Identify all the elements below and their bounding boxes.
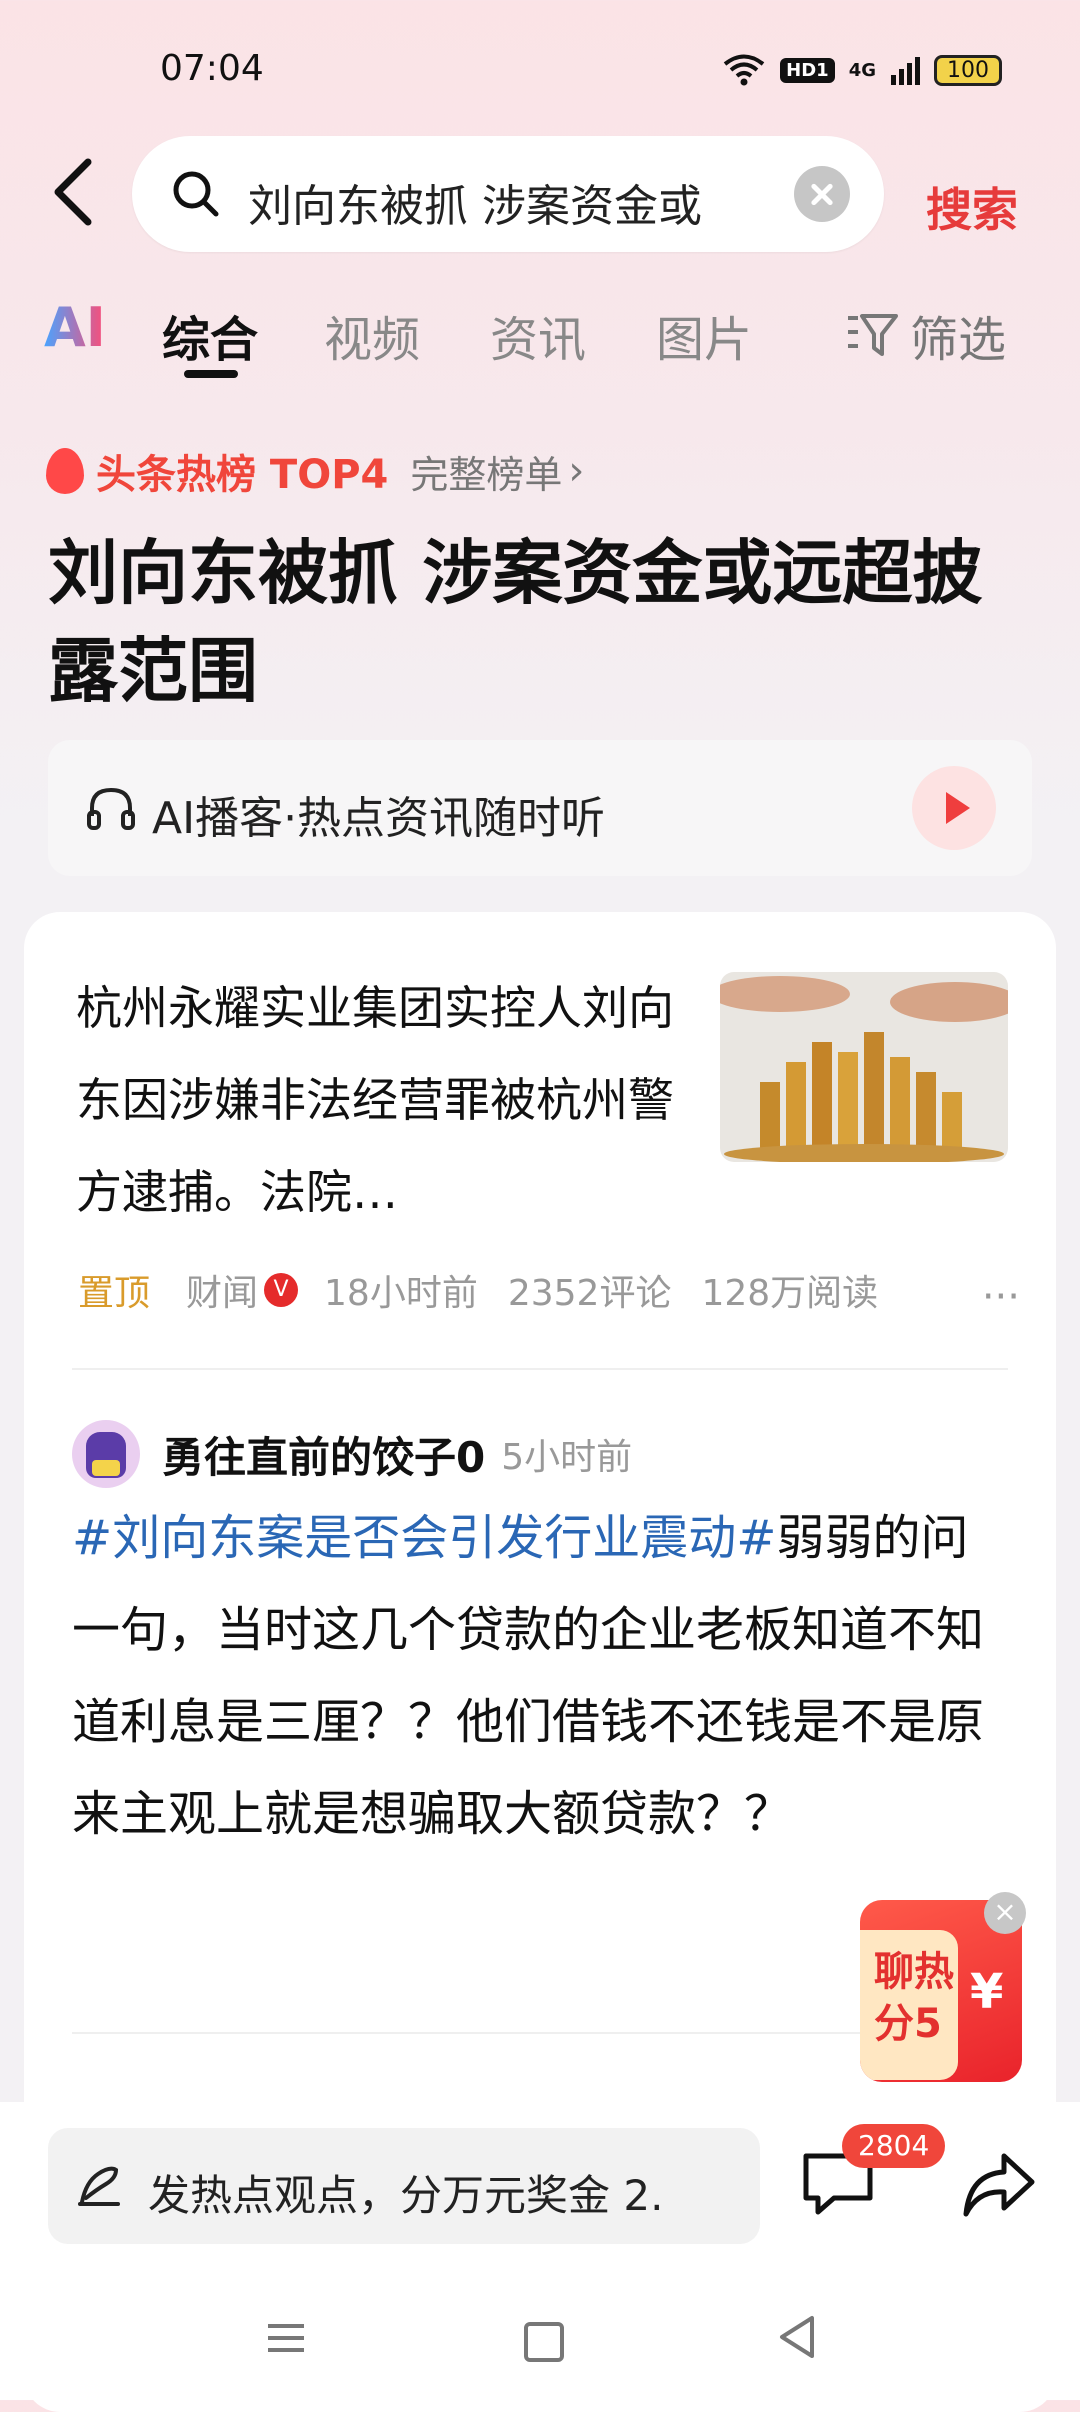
tab-news[interactable]: 资讯 <box>490 300 586 370</box>
full-list-link[interactable]: 完整榜单 <box>410 444 562 499</box>
bottom-bar: 发热点观点，分万元奖金 2. 2804 <box>0 2102 1080 2400</box>
article-time: 18小时前 <box>324 1273 478 1314</box>
headphones-icon <box>87 787 135 830</box>
pen-icon <box>78 2166 120 2206</box>
article-reads: 128万阅读 <box>701 1273 879 1314</box>
status-bar: 07:04 HD1 4G 100 <box>0 0 1080 130</box>
more-options-icon[interactable]: ··· <box>982 1274 1020 1320</box>
podcast-label: AI播客·热点资讯随时听 <box>152 793 606 844</box>
wifi-icon <box>723 54 765 86</box>
network-label: 4G <box>848 59 876 81</box>
post-author[interactable]: 勇往直前的饺子0 <box>162 1424 485 1485</box>
hashtag-link[interactable]: #刘向东案是否会引发行业震动# <box>72 1510 776 1566</box>
back-arrow-icon[interactable] <box>44 152 104 232</box>
divider <box>72 1368 1008 1370</box>
status-time: 07:04 <box>160 48 264 89</box>
reward-line-1: 聊热 <box>874 1949 954 1995</box>
tab-ai[interactable]: AI <box>44 296 106 359</box>
clear-search-button[interactable] <box>794 166 850 222</box>
reward-text: 聊热 分5 <box>874 1946 954 2050</box>
play-button[interactable] <box>912 766 996 850</box>
yen-icon: ¥ <box>970 1964 1004 2020</box>
search-input[interactable]: 刘向东被抓 涉案资金或 <box>132 136 884 252</box>
home-icon[interactable] <box>524 2322 564 2362</box>
comment-input[interactable]: 发热点观点，分万元奖金 2. <box>48 2128 760 2244</box>
active-tab-indicator <box>184 370 238 378</box>
article-meta: 置顶 财闻 V 18小时前 2352评论 128万阅读 <box>78 1264 1028 1316</box>
fire-icon <box>46 448 84 494</box>
article-thumbnail[interactable] <box>720 972 1008 1162</box>
avatar[interactable] <box>72 1420 140 1488</box>
signal-icon <box>891 57 920 85</box>
comment-count-badge: 2804 <box>842 2124 946 2168</box>
filter-button[interactable]: 筛选 <box>846 300 1006 370</box>
verified-badge: V <box>264 1273 299 1307</box>
page-title: 刘向东被抓 涉案资金或远超披露范围 <box>48 532 983 712</box>
menu-icon[interactable] <box>266 2318 306 2358</box>
system-nav-bar <box>0 2290 1080 2400</box>
comment-placeholder: 发热点观点，分万元奖金 2. <box>148 2171 664 2220</box>
tab-images[interactable]: 图片 <box>656 300 752 370</box>
reward-line-2: 分5 <box>874 2001 942 2047</box>
tab-all[interactable]: 综合 <box>162 300 258 370</box>
post-time: 5小时前 <box>501 1437 633 1478</box>
filter-icon <box>848 314 898 356</box>
filter-label: 筛选 <box>910 312 1007 368</box>
ai-podcast-bar[interactable]: AI播客·热点资讯随时听 <box>48 740 1032 876</box>
status-icons: HD1 4G 100 <box>722 48 1002 92</box>
post-body[interactable]: #刘向东案是否会引发行业震动#弱弱的问一句，当时这几个贷款的企业老板知道不知道利… <box>72 1492 1012 1860</box>
search-icon <box>173 171 219 217</box>
reward-float[interactable]: 聊热 分5 ¥ × <box>860 1892 1026 2082</box>
battery-indicator: 100 <box>934 54 1002 86</box>
search-button[interactable]: 搜索 <box>926 174 1018 240</box>
search-row: 刘向东被抓 涉案资金或 搜索 <box>0 130 1080 260</box>
chevron-right-icon: › <box>568 448 585 494</box>
nav-back-icon[interactable] <box>776 2314 816 2360</box>
result-tabs: AI 综合 视频 资讯 图片 筛选 <box>0 270 1080 380</box>
tab-video[interactable]: 视频 <box>324 300 420 370</box>
article-source[interactable]: 财闻 <box>186 1264 258 1316</box>
article-summary[interactable]: 杭州永耀实业集团实控人刘向东因涉嫌非法经营罪被杭州警方逮捕。法院… <box>76 962 706 1238</box>
share-icon[interactable] <box>960 2150 1036 2220</box>
hot-list-row[interactable]: 头条热榜 TOP4 完整榜单 › <box>46 436 584 506</box>
post-header: 勇往直前的饺子0 5小时前 <box>72 1418 632 1490</box>
hd-badge: HD1 <box>780 57 835 83</box>
hot-rank-label: 头条热榜 TOP4 <box>96 452 389 498</box>
pinned-tag: 置顶 <box>78 1273 151 1314</box>
close-icon[interactable]: × <box>984 1892 1026 1934</box>
article-comments: 2352评论 <box>507 1273 672 1314</box>
